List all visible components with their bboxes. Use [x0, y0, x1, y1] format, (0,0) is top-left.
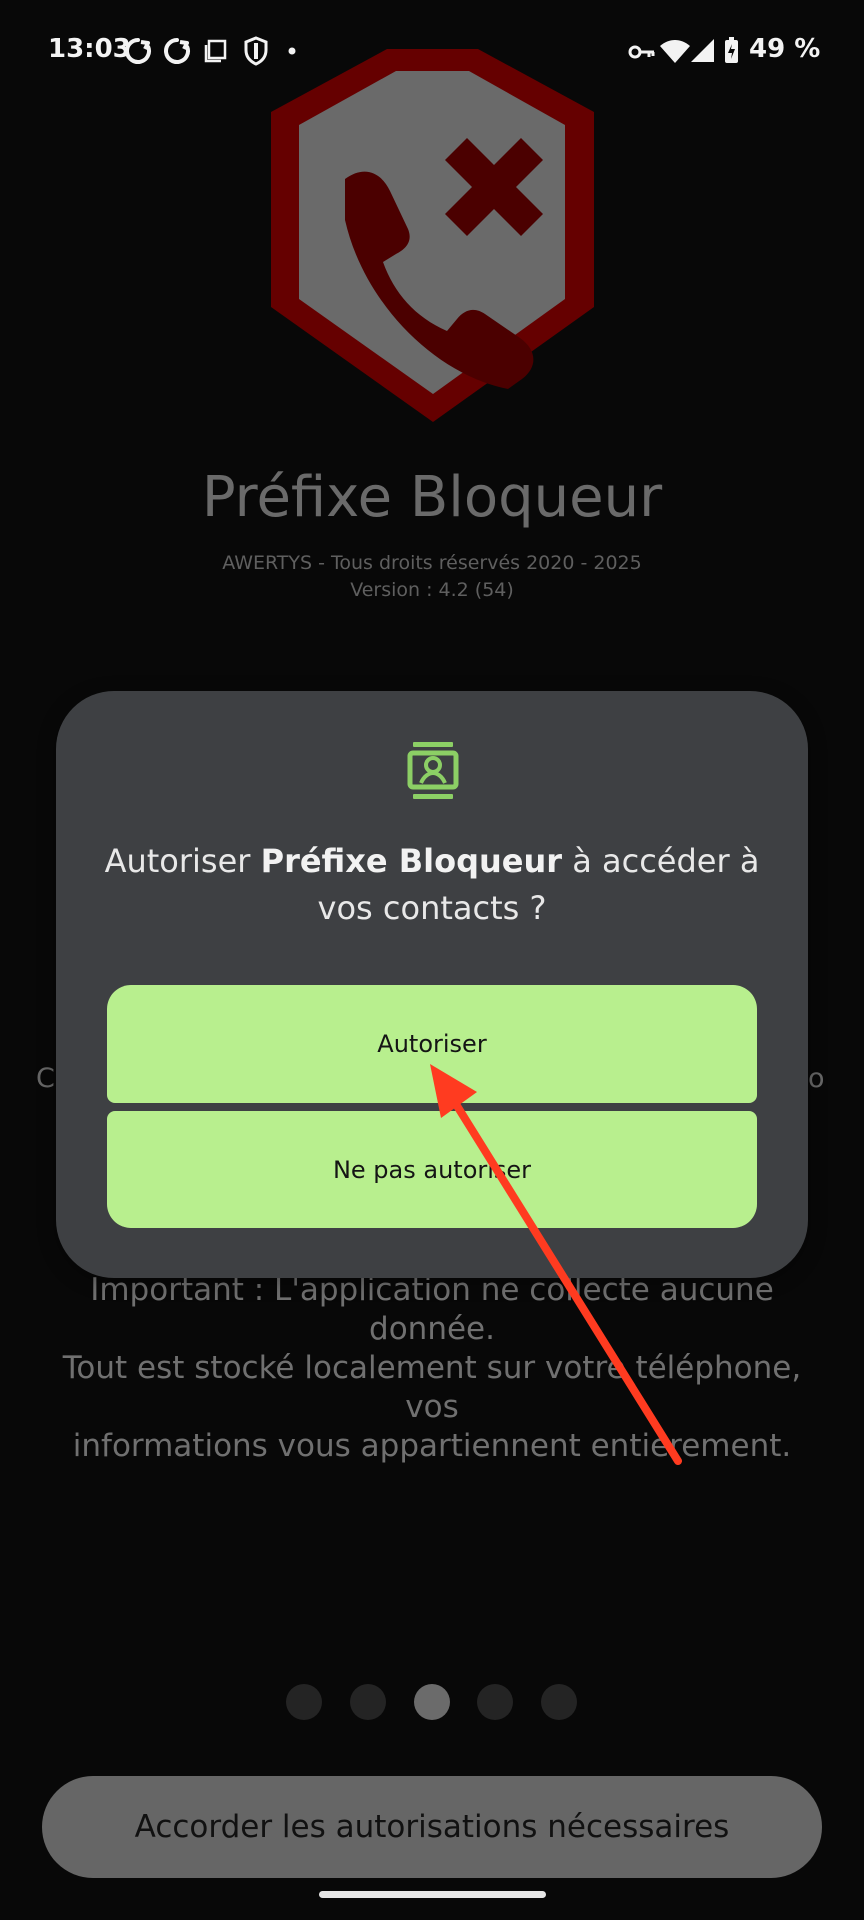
permission-message-line-two: vos contacts ? — [317, 889, 547, 927]
privacy-notice-line: Important : L'application ne collecte au… — [90, 1272, 774, 1347]
blocked-call-shield-icon — [271, 49, 594, 422]
message-prefix: Autoriser — [104, 842, 261, 880]
vpn-key-icon — [628, 45, 655, 59]
permission-message-line-one: Autoriser Préfixe Bloqueur à accéder à — [98, 838, 766, 885]
allow-button[interactable]: Autoriser — [107, 985, 757, 1103]
cell-signal-icon — [691, 39, 714, 62]
page-dot — [350, 1684, 386, 1720]
battery-percentage: 49 % — [749, 34, 821, 64]
app-version: Version : 4.2 (54) — [350, 579, 514, 601]
privacy-notice: Important : L'application ne collecte au… — [34, 1271, 830, 1466]
permission-message: Autoriser Préfixe Bloqueur à accéder à v… — [98, 838, 766, 932]
status-bar: 13:03 49 % — [0, 0, 864, 100]
contacts-icon — [407, 742, 459, 799]
message-suffix: à accéder à — [562, 842, 760, 880]
gesture-navigation-handle[interactable] — [319, 1891, 546, 1898]
app-title: Préfixe Bloqueur — [201, 465, 663, 530]
page-dot — [477, 1684, 513, 1720]
sync-icon — [164, 38, 190, 64]
privacy-notice-line: Tout est stocké localement sur votre tél… — [62, 1350, 802, 1425]
privacy-notice-line: informations vous appartiennent entièrem… — [72, 1428, 792, 1464]
sync-icon — [125, 38, 151, 64]
page-dot — [286, 1684, 322, 1720]
status-time: 13:03 — [48, 34, 131, 64]
dot-icon — [288, 47, 296, 55]
screen-icon — [204, 39, 227, 63]
partially-hidden-text-left: C — [36, 1063, 55, 1094]
active-page-dot — [414, 1684, 450, 1720]
page-indicator — [286, 1684, 578, 1720]
page-dot — [541, 1684, 577, 1720]
app-name: Préfixe Bloqueur — [260, 842, 563, 880]
app-copyright: AWERTYS - Tous droits réservés 2020 - 20… — [222, 552, 642, 574]
contacts-permission-dialog: Autoriser Préfixe Bloqueur à accéder à v… — [56, 691, 808, 1278]
android-permission-screen: 13:03 49 % Préfixe Bloqueur AWERTYS - To… — [0, 0, 864, 1920]
shield-icon — [244, 36, 268, 66]
wifi-icon — [660, 40, 690, 63]
deny-button[interactable]: Ne pas autoriser — [107, 1111, 757, 1228]
partially-hidden-text-right: o — [808, 1063, 825, 1094]
grant-permissions-button[interactable]: Accorder les autorisations nécessaires — [42, 1776, 822, 1878]
battery-icon — [725, 37, 738, 63]
